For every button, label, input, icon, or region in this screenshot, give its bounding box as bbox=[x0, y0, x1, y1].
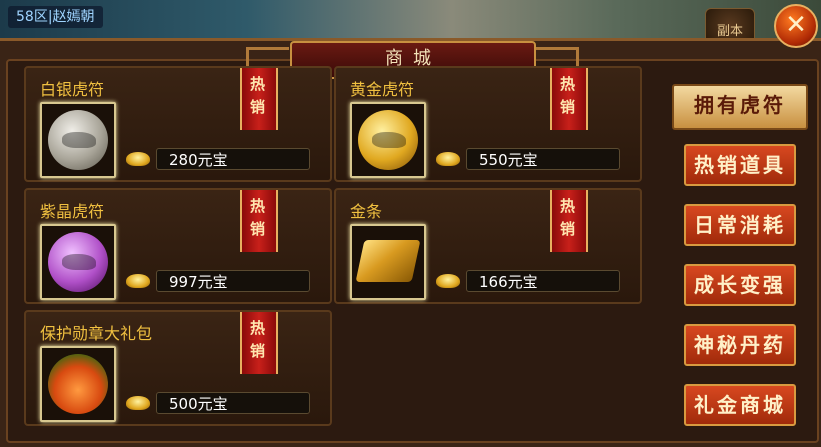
product-thumbnail bbox=[350, 224, 426, 300]
product-price: 500元宝 bbox=[156, 392, 310, 414]
hot-sale-tag: 热销 bbox=[550, 190, 588, 252]
gift-bag-icon bbox=[48, 354, 108, 414]
tab-growth[interactable]: 成长变强 bbox=[684, 264, 796, 306]
product-price: 280元宝 bbox=[156, 148, 310, 170]
hot-sale-tag: 热销 bbox=[240, 68, 278, 130]
tab-owned-talisman[interactable]: 拥有虎符 bbox=[672, 84, 808, 130]
product-thumbnail bbox=[40, 102, 116, 178]
product-card[interactable]: 紫晶虎符 热销 997元宝 bbox=[24, 188, 332, 304]
tab-daily-consumables[interactable]: 日常消耗 bbox=[684, 204, 796, 246]
product-card[interactable]: 金条 热销 166元宝 bbox=[334, 188, 642, 304]
product-price: 166元宝 bbox=[466, 270, 620, 292]
product-thumbnail bbox=[40, 224, 116, 300]
product-name: 紫晶虎符 bbox=[40, 202, 105, 221]
category-tabs: 拥有虎符 热销道具 日常消耗 成长变强 神秘丹药 礼金商城 bbox=[672, 74, 808, 438]
amethyst-tiger-talisman-icon bbox=[48, 232, 108, 292]
product-name: 金条 bbox=[350, 202, 383, 221]
ingot-icon bbox=[126, 396, 150, 410]
product-card[interactable]: 黄金虎符 热销 550元宝 bbox=[334, 66, 642, 182]
server-label: 58区|赵嫣朝 bbox=[8, 6, 103, 28]
ingot-icon bbox=[436, 152, 460, 166]
product-thumbnail bbox=[350, 102, 426, 178]
hot-sale-tag: 热销 bbox=[550, 68, 588, 130]
gold-bar-icon bbox=[355, 240, 421, 282]
product-thumbnail bbox=[40, 346, 116, 422]
product-card[interactable]: 白银虎符 热销 280元宝 bbox=[24, 66, 332, 182]
tab-gift-shop[interactable]: 礼金商城 bbox=[684, 384, 796, 426]
tab-hot-items[interactable]: 热销道具 bbox=[684, 144, 796, 186]
silver-tiger-talisman-icon bbox=[48, 110, 108, 170]
product-price: 997元宝 bbox=[156, 270, 310, 292]
product-name: 白银虎符 bbox=[40, 80, 105, 99]
ingot-icon bbox=[126, 152, 150, 166]
ingot-icon bbox=[436, 274, 460, 288]
hot-sale-tag: 热销 bbox=[240, 312, 278, 374]
product-name: 保护勋章大礼包 bbox=[40, 324, 153, 343]
close-button[interactable]: ✕ bbox=[774, 4, 818, 48]
product-grid: 白银虎符 热销 280元宝 黄金虎符 热销 550元宝 紫晶虎符 热销 997元… bbox=[24, 66, 654, 438]
hot-sale-tag: 热销 bbox=[240, 190, 278, 252]
ingot-icon bbox=[126, 274, 150, 288]
gold-tiger-talisman-icon bbox=[358, 110, 418, 170]
tab-mystic-pills[interactable]: 神秘丹药 bbox=[684, 324, 796, 366]
product-price: 550元宝 bbox=[466, 148, 620, 170]
product-card[interactable]: 保护勋章大礼包 热销 500元宝 bbox=[24, 310, 332, 426]
product-name: 黄金虎符 bbox=[350, 80, 415, 99]
